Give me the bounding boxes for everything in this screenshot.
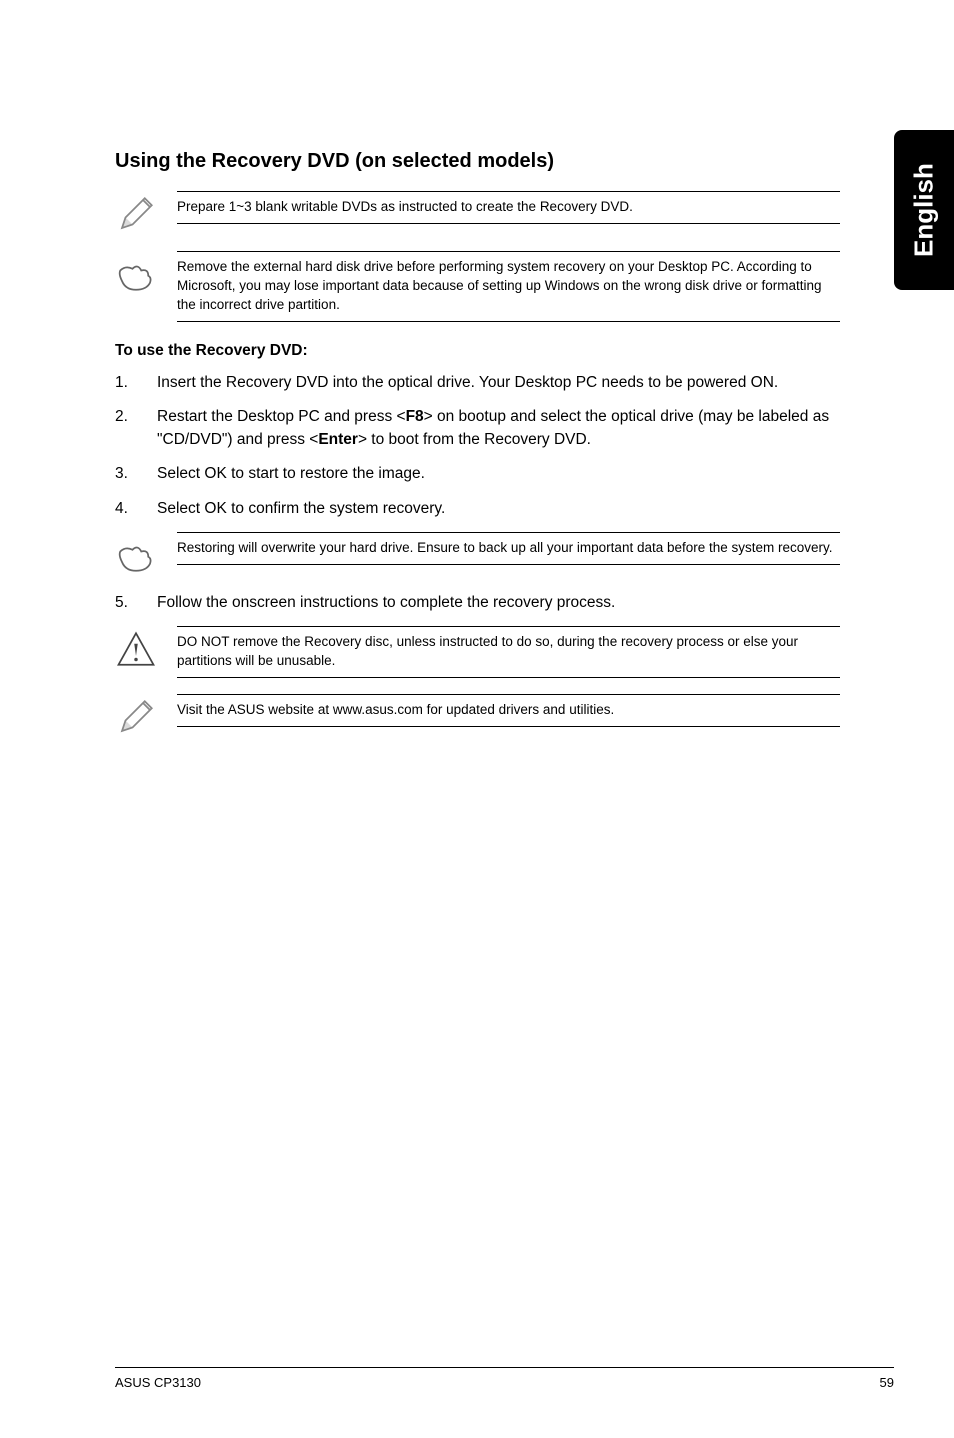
note-do-not-remove-disc: DO NOT remove the Recovery disc, unless … (115, 626, 840, 678)
step-number: 1. (115, 372, 133, 394)
pencil-icon (115, 193, 157, 235)
hand-pointer-icon (115, 534, 157, 576)
footer-product: ASUS CP3130 (115, 1375, 201, 1390)
step-number: 2. (115, 406, 133, 451)
note-text: DO NOT remove the Recovery disc, unless … (177, 633, 840, 671)
footer-divider (115, 1367, 894, 1368)
language-tab: English (894, 130, 954, 290)
note-text: Visit the ASUS website at www.asus.com f… (177, 701, 840, 720)
hand-pointer-icon (115, 253, 157, 295)
sub-heading: To use the Recovery DVD: (115, 342, 840, 360)
steps-list: 1. Insert the Recovery DVD into the opti… (115, 372, 840, 520)
step-text: Follow the onscreen instructions to comp… (157, 592, 840, 614)
note-visit-asus-website: Visit the ASUS website at www.asus.com f… (115, 694, 840, 738)
step-text: Select OK to confirm the system recovery… (157, 498, 840, 520)
note-text: Prepare 1~3 blank writable DVDs as instr… (177, 198, 840, 217)
step-number: 5. (115, 592, 133, 614)
steps-list-cont: 5. Follow the onscreen instructions to c… (115, 592, 840, 614)
note-restoring-overwrite: Restoring will overwrite your hard drive… (115, 532, 840, 576)
list-item: 1. Insert the Recovery DVD into the opti… (115, 372, 840, 394)
step-number: 3. (115, 463, 133, 485)
list-item: 4. Select OK to confirm the system recov… (115, 498, 840, 520)
section-title: Using the Recovery DVD (on selected mode… (115, 150, 840, 173)
page-footer: ASUS CP3130 59 (115, 1375, 894, 1390)
step-number: 4. (115, 498, 133, 520)
step-text: Select OK to start to restore the image. (157, 463, 840, 485)
list-item: 3. Select OK to start to restore the ima… (115, 463, 840, 485)
list-item: 2. Restart the Desktop PC and press <F8>… (115, 406, 840, 451)
footer-page-number: 59 (880, 1375, 894, 1390)
note-text: Remove the external hard disk drive befo… (177, 258, 840, 315)
step-text: Restart the Desktop PC and press <F8> on… (157, 406, 840, 451)
step-text: Insert the Recovery DVD into the optical… (157, 372, 840, 394)
warning-triangle-icon (115, 628, 157, 670)
list-item: 5. Follow the onscreen instructions to c… (115, 592, 840, 614)
note-remove-external-disk: Remove the external hard disk drive befo… (115, 251, 840, 322)
pencil-icon (115, 696, 157, 738)
note-text: Restoring will overwrite your hard drive… (177, 539, 840, 558)
note-prepare-dvds: Prepare 1~3 blank writable DVDs as instr… (115, 191, 840, 235)
page-content: Using the Recovery DVD (on selected mode… (0, 0, 900, 738)
